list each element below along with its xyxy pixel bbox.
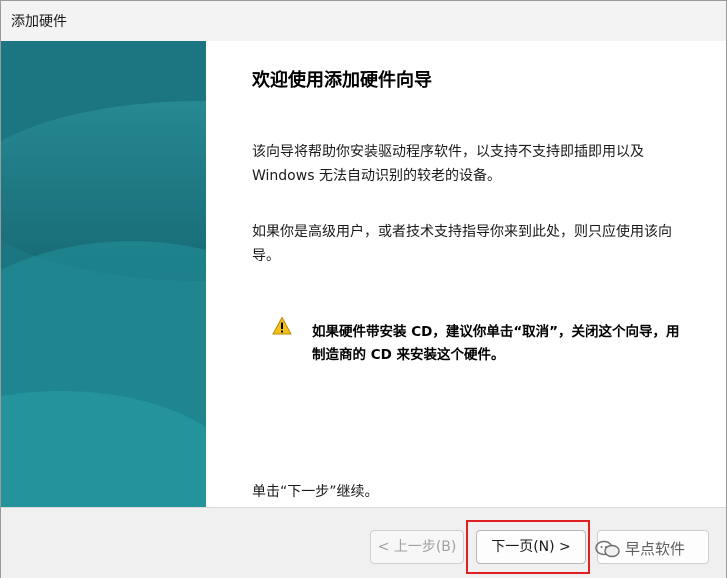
wizard-heading: 欢迎使用添加硬件向导 xyxy=(252,70,432,91)
warning-text: 如果硬件带安装 CD，建议你单击“取消”，关闭这个向导，用制造商的 CD 来安装… xyxy=(312,324,680,363)
button-bar: < 上一步(B) 下一页(N) > 早点软件 xyxy=(1,507,726,578)
add-hardware-window: 添加硬件 欢迎使用添加硬件向导 该向导将帮助你安装驱动程序软件，以支持不支持即插… xyxy=(0,0,727,578)
wechat-logo-icon xyxy=(595,540,620,557)
watermark-text: 早点软件 xyxy=(625,540,686,558)
next-button[interactable]: 下一页(N) > xyxy=(476,530,586,564)
advanced-user-paragraph: 如果你是高级用户，或者技术支持指导你来到此处，则只应使用该向导。 xyxy=(252,224,672,264)
watermark: 早点软件 xyxy=(595,538,685,559)
wizard-banner-image xyxy=(1,41,206,507)
warning-icon xyxy=(272,316,292,335)
wizard-content: 欢迎使用添加硬件向导 该向导将帮助你安装驱动程序软件，以支持不支持即插即用以及 … xyxy=(206,41,726,507)
title-bar[interactable]: 添加硬件 xyxy=(1,1,726,41)
intro-paragraph: 该向导将帮助你安装驱动程序软件，以支持不支持即插即用以及 Windows 无法自… xyxy=(252,144,644,184)
banner-graphic xyxy=(1,41,206,507)
back-button[interactable]: < 上一步(B) xyxy=(370,530,464,564)
continue-hint: 单击“下一步”继续。 xyxy=(252,484,379,500)
window-title: 添加硬件 xyxy=(11,14,67,30)
